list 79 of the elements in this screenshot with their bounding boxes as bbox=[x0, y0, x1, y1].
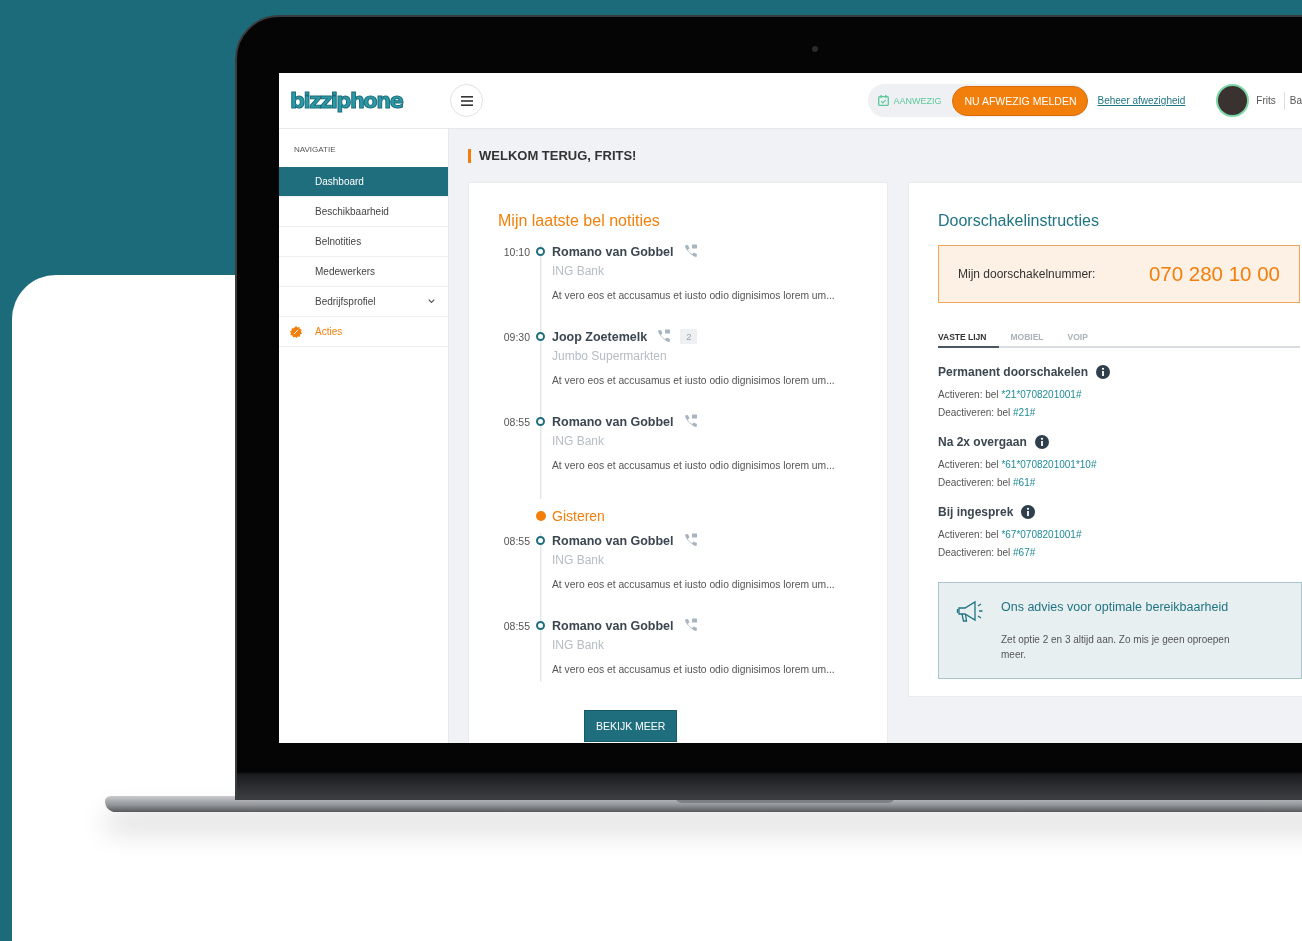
view-more-button[interactable]: BEKIJK MEER bbox=[584, 710, 678, 742]
section-title: Permanent doorschakelen bbox=[938, 365, 1089, 379]
avatar[interactable] bbox=[1216, 84, 1250, 117]
call-count: 2 bbox=[680, 329, 698, 344]
advice-title: Ons advies voor optimale bereikbaarheid bbox=[1001, 600, 1230, 616]
instruction-line: Activeren: bel *61*0708201001*10# bbox=[938, 459, 1098, 470]
caller-name[interactable]: Romano van Gobbel bbox=[552, 533, 674, 548]
caller-name[interactable]: Joop Zoetemelk bbox=[552, 329, 648, 344]
tab[interactable]: VASTE LIJN bbox=[938, 332, 999, 348]
nav-item[interactable]: Dashboard bbox=[279, 167, 448, 197]
nav-heading: NAVIGATIE bbox=[293, 144, 337, 156]
chevron-down-icon bbox=[428, 299, 435, 304]
info-icon bbox=[1021, 505, 1036, 519]
camera-dot bbox=[812, 46, 818, 52]
dial-code-link[interactable]: #67# bbox=[1013, 547, 1036, 558]
company-name: ING Bank bbox=[552, 434, 606, 448]
menu-icon bbox=[460, 95, 473, 106]
caller-name[interactable]: Romano van Gobbel bbox=[552, 244, 674, 259]
logo[interactable]: bizziphone bbox=[290, 88, 450, 113]
company-name: ING Bank bbox=[552, 264, 606, 278]
note-text: At vero eos et accusamus et iusto odio dignisimos lorem um... bbox=[552, 664, 836, 675]
phone-icon bbox=[682, 414, 698, 429]
forwarding-number: 070 280 10 00 bbox=[1148, 262, 1280, 286]
instruction-line: Activeren: bel *67*0708201001# bbox=[938, 529, 1083, 540]
user-name[interactable]: Frits bbox=[1256, 95, 1276, 106]
instruction-line: Deactiveren: bel #21# bbox=[938, 407, 1037, 418]
card-title: Doorschakelinstructies bbox=[938, 212, 1100, 230]
call-time: 08:55 bbox=[502, 619, 530, 634]
call-time: 08:55 bbox=[502, 415, 530, 430]
note-text: At vero eos et accusamus et iusto odio dignisimos lorem um... bbox=[552, 460, 836, 471]
note-text: At vero eos et accusamus et iusto odio dignisimos lorem um... bbox=[552, 290, 836, 301]
badge-icon bbox=[290, 326, 302, 338]
timeline-dot bbox=[536, 247, 545, 256]
dial-code-link[interactable]: *67*0708201001# bbox=[1001, 529, 1082, 540]
status-label: AANWEZIG bbox=[893, 95, 942, 106]
info-icon bbox=[1034, 435, 1049, 449]
megaphone-icon bbox=[956, 600, 986, 624]
company-name: ING Bank bbox=[552, 638, 606, 652]
nav-item[interactable]: Bedrijfsprofiel bbox=[279, 287, 448, 317]
phone-icon bbox=[682, 244, 698, 259]
caller-name[interactable]: Romano van Gobbel bbox=[552, 414, 674, 429]
number-label: Mijn doorschakelnummer: bbox=[958, 267, 1097, 281]
dial-code-link[interactable]: #61# bbox=[1013, 477, 1036, 488]
caller-name[interactable]: Romano van Gobbel bbox=[552, 618, 674, 633]
call-time: 10:10 bbox=[502, 245, 530, 260]
instruction-line: Activeren: bel *21*0708201001# bbox=[938, 389, 1083, 400]
nav-item[interactable]: Medewerkers bbox=[279, 257, 448, 287]
timeline-dot bbox=[536, 332, 545, 341]
phone-icon bbox=[682, 533, 698, 548]
call-time: 08:55 bbox=[502, 534, 530, 549]
dial-code-link[interactable]: #21# bbox=[1013, 407, 1036, 418]
truncated-text: Ba bbox=[1289, 95, 1302, 106]
section-title: Na 2x overgaan bbox=[938, 435, 1027, 449]
advice-text: Zet optie 2 en 3 altijd aan. Zo mis je geen oproepen meer. bbox=[1001, 633, 1231, 662]
company-name: Jumbo Supermarkten bbox=[552, 349, 668, 363]
page-heading: WELKOM TERUG, FRITS! bbox=[468, 149, 1302, 163]
timeline-dot bbox=[535, 511, 546, 521]
dial-code-link[interactable]: *21*0708201001# bbox=[1001, 389, 1082, 400]
timeline-dot bbox=[536, 417, 545, 426]
call-time: 09:30 bbox=[502, 330, 530, 345]
company-name: ING Bank bbox=[552, 553, 606, 567]
phone-icon bbox=[682, 618, 698, 633]
card-title: Mijn laatste bel notities bbox=[498, 212, 661, 230]
timeline-dot bbox=[536, 536, 545, 545]
note-text: At vero eos et accusamus et iusto odio dignisimos lorem um... bbox=[552, 579, 836, 590]
section-title: Bij ingesprek bbox=[938, 505, 1014, 519]
calendar-check-icon bbox=[878, 95, 890, 106]
dial-code-link[interactable]: *61*0708201001*10# bbox=[1001, 459, 1097, 470]
info-icon bbox=[1096, 365, 1111, 379]
day-label: Gisteren bbox=[552, 508, 606, 524]
instruction-line: Deactiveren: bel #61# bbox=[938, 477, 1037, 488]
phone-icon bbox=[656, 329, 672, 344]
note-text: At vero eos et accusamus et iusto odio dignisimos lorem um... bbox=[552, 375, 836, 386]
menu-button[interactable] bbox=[450, 84, 483, 117]
instruction-line: Deactiveren: bel #67# bbox=[938, 547, 1037, 558]
nav-item[interactable]: Belnotities bbox=[279, 227, 448, 257]
manage-absence-link[interactable]: Beheer afwezigheid bbox=[1097, 95, 1186, 106]
timeline-dot bbox=[536, 621, 545, 630]
nav-item[interactable]: Beschikbaarheid bbox=[279, 197, 448, 227]
